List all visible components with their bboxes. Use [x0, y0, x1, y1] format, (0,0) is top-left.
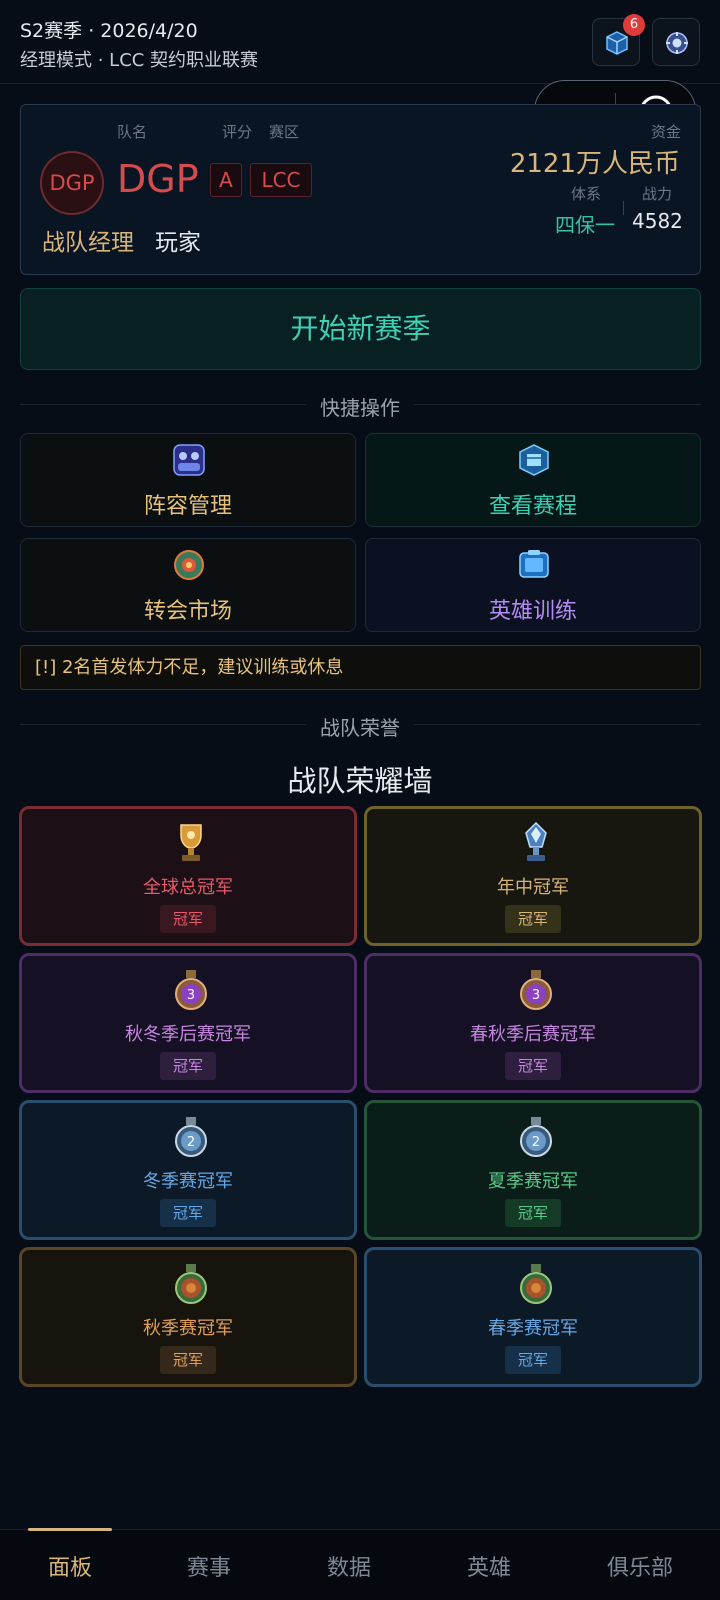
funds-value: 2121万人民币: [509, 149, 680, 179]
nav-tab-heroes[interactable]: 英雄: [429, 1550, 549, 1582]
power-label: 战力: [642, 185, 673, 203]
honor-card-spring-season[interactable]: 春季赛冠军 冠军: [364, 1247, 702, 1387]
purple-medal-icon: 3: [520, 970, 552, 1010]
honor-card-summer-season[interactable]: 2 夏季赛冠军 冠军: [364, 1100, 702, 1240]
honor-badge: 冠军: [505, 1346, 561, 1374]
nav-active-indicator: [28, 1528, 112, 1531]
silver-medal-icon: 2: [520, 1117, 552, 1157]
nav-tab-matches[interactable]: 赛事: [149, 1550, 269, 1582]
view-schedule-label: 查看赛程: [488, 494, 577, 519]
lineup-management-button[interactable]: 阵容管理: [20, 433, 356, 527]
honor-card-winter-season[interactable]: 2 冬季赛冠军 冠军: [19, 1100, 357, 1240]
funds-label: 资金: [651, 123, 682, 141]
purple-medal-icon: 3: [175, 970, 207, 1010]
honor-card-worlds[interactable]: 全球总冠军 冠军: [19, 806, 357, 946]
honor-badge: 冠军: [505, 1199, 561, 1227]
settings-button[interactable]: [652, 18, 700, 66]
honor-title: 全球总冠军: [143, 877, 233, 898]
honor-badge: 冠军: [505, 1052, 561, 1080]
honor-card-autumn-season[interactable]: 秋季赛冠军 冠军: [19, 1247, 357, 1387]
section-divider-left: [20, 724, 306, 725]
transfer-market-button[interactable]: 转会市场: [20, 538, 356, 632]
rating-label: 评分: [222, 123, 253, 141]
rating-badge: A: [210, 163, 242, 197]
svg-text:3: 3: [532, 988, 540, 1003]
schedule-icon: [519, 444, 549, 476]
silver-medal-icon: 2: [175, 1117, 207, 1157]
honor-badge: 冠军: [160, 1199, 216, 1227]
stamina-warning-banner: [!] 2名首发体力不足，建议训练或休息: [20, 645, 701, 690]
team-logo: DGP: [40, 151, 104, 215]
nav-tab-club[interactable]: 俱乐部: [580, 1550, 700, 1582]
region-badge: LCC: [250, 163, 312, 197]
notification-badge: 6: [623, 14, 645, 36]
honor-badge: 冠军: [160, 1346, 216, 1374]
svg-text:2: 2: [532, 1135, 540, 1150]
season-date-text: S2赛季 · 2026/4/20: [20, 20, 198, 42]
honor-title: 年中冠军: [497, 877, 569, 898]
svg-text:2: 2: [187, 1135, 195, 1150]
honor-wall-title: 战队荣耀墙: [287, 764, 433, 798]
honor-title: 春季赛冠军: [488, 1318, 578, 1339]
bronze-medal-icon: [520, 1264, 552, 1304]
honor-title: 冬季赛冠军: [143, 1171, 233, 1192]
view-schedule-button[interactable]: 查看赛程: [365, 433, 701, 527]
honor-badge: 冠军: [505, 905, 561, 933]
honor-title: 秋冬季后赛冠军: [125, 1024, 251, 1045]
honor-section-title: 战队荣誉: [320, 716, 400, 740]
crystal-trophy-icon: [525, 821, 547, 861]
start-new-season-button[interactable]: 开始新赛季: [20, 288, 701, 370]
honor-title: 春秋季后赛冠军: [470, 1024, 596, 1045]
system-value: 四保一: [555, 213, 615, 237]
hero-training-button[interactable]: 英雄训练: [365, 538, 701, 632]
manager-name: 玩家: [155, 230, 201, 256]
section-divider-right: [414, 404, 701, 405]
system-label: 体系: [571, 185, 602, 203]
hero-training-label: 英雄训练: [488, 599, 577, 624]
bronze-medal-icon: [175, 1264, 207, 1304]
team-info-card: 队名 评分 赛区 资金 DGP DGP A LCC 2121万人民币 体系 战力…: [20, 104, 701, 275]
quick-actions-title: 快捷操作: [320, 396, 400, 420]
transfer-market-label: 转会市场: [143, 599, 232, 624]
stats-divider: [623, 201, 624, 215]
power-value: 4582: [632, 209, 683, 233]
lineup-management-label: 阵容管理: [143, 494, 232, 519]
honor-badge: 冠军: [160, 1052, 216, 1080]
manager-label: 战队经理: [42, 230, 134, 256]
honor-title: 秋季赛冠军: [143, 1318, 233, 1339]
svg-text:3: 3: [187, 988, 195, 1003]
transfer-icon: [174, 550, 204, 580]
mode-league-text: 经理模式 · LCC 契约职业联赛: [20, 50, 259, 71]
gold-trophy-icon: [180, 824, 202, 861]
section-divider-right: [414, 724, 701, 725]
honor-card-msi[interactable]: 年中冠军 冠军: [364, 806, 702, 946]
section-divider-left: [20, 404, 306, 405]
team-name: DGP: [117, 157, 199, 201]
training-icon: [519, 550, 549, 578]
honor-title: 夏季赛冠军: [488, 1171, 578, 1192]
honor-card-spring-autumn-playoffs[interactable]: 3 春秋季后赛冠军 冠军: [364, 953, 702, 1093]
honor-badge: 冠军: [160, 905, 216, 933]
team-name-label: 队名: [117, 123, 148, 141]
region-label: 赛区: [269, 123, 300, 141]
gear-orb-icon: [666, 32, 688, 54]
nav-tab-data[interactable]: 数据: [289, 1550, 409, 1582]
nav-tab-dashboard[interactable]: 面板: [10, 1550, 130, 1582]
cube-icon: [606, 31, 628, 55]
honor-card-autumn-winter-playoffs[interactable]: 3 秋冬季后赛冠军 冠军: [19, 953, 357, 1093]
lineup-icon: [173, 444, 205, 476]
